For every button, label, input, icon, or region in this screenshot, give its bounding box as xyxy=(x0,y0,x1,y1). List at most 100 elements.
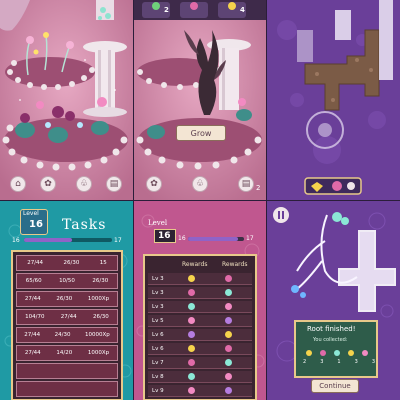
grow-button-label: Grow xyxy=(190,128,212,138)
xp-progress-fill xyxy=(24,238,73,242)
rewards-header-2: Rewards xyxy=(222,261,248,268)
you-collected-label: You collected: xyxy=(313,337,348,343)
reward-level: Lv 6 xyxy=(152,345,164,352)
reward-icon xyxy=(188,289,195,296)
corner-badge: 2 xyxy=(256,184,261,192)
gear-icon: ✿ xyxy=(44,179,52,189)
reward-row: Lv 3 xyxy=(148,287,252,299)
reward-level: Lv 9 xyxy=(152,387,164,394)
continue-button-label: Continue xyxy=(319,382,351,390)
garden-panel: ⌂ ✿ ♧ ▤ xyxy=(0,0,133,200)
task-row xyxy=(16,381,118,397)
reward-row: Lv 3 xyxy=(148,301,252,313)
task-cell: 27/44 xyxy=(24,296,41,302)
reward-icon xyxy=(188,331,195,338)
reward-icon xyxy=(225,275,232,282)
collected-count: 3 xyxy=(354,359,358,365)
task-cell: 24/30 xyxy=(54,332,71,338)
shop-icon: ⌂ xyxy=(15,179,21,189)
collected-count: 2 xyxy=(303,359,307,365)
task-cell: 26/30 xyxy=(92,278,109,284)
task-row: 27/44 14/20 1000Xp xyxy=(16,345,118,361)
reward-icon xyxy=(188,387,195,394)
task-row: 104/70 27/44 26/30 xyxy=(16,309,118,325)
gear-icon: ✿ xyxy=(150,179,158,189)
reward-icon xyxy=(225,345,232,352)
task-row: 65/60 10/50 26/30 xyxy=(16,273,118,289)
reward-row: Lv 5 xyxy=(148,315,252,327)
task-cell: 27/44 xyxy=(24,332,41,338)
level-box: 16 xyxy=(154,229,176,243)
reward-icon xyxy=(188,359,195,366)
reward-row: Lv 7 xyxy=(148,357,252,369)
level-label: Level xyxy=(148,219,168,227)
shop-button[interactable]: ⌂ xyxy=(10,176,26,192)
reward-row: Lv 9 xyxy=(148,385,252,397)
task-cell: 26/30 xyxy=(92,314,109,320)
reward-row: Lv 8 xyxy=(148,371,252,383)
collected-count: 1 xyxy=(337,359,341,365)
grow-panel: 2 4 Grow ✿ ♧ ▤ 2 xyxy=(134,0,266,200)
xp-progress-bar xyxy=(24,238,112,242)
level-value: 16 xyxy=(158,231,171,241)
reward-icon xyxy=(225,359,232,366)
collected-count: 3 xyxy=(371,359,375,365)
root-finished-title: Root finished! xyxy=(307,325,356,333)
task-cell: 14/20 xyxy=(56,350,73,356)
progress-right: 17 xyxy=(114,237,122,244)
task-row xyxy=(16,363,118,379)
task-cell: 27/44 xyxy=(60,314,77,320)
reward-icon xyxy=(188,275,195,282)
level-box: Level 16 xyxy=(20,209,48,235)
settings-button[interactable]: ✿ xyxy=(40,176,56,192)
task-cell: 104/70 xyxy=(25,314,45,320)
task-cell: 65/60 xyxy=(25,278,42,284)
garden-scene xyxy=(0,0,133,200)
rewards-header-1: Rewards xyxy=(182,261,208,268)
reward-icon xyxy=(188,317,195,324)
reward-level: Lv 3 xyxy=(152,275,164,282)
book-button[interactable]: ▤ xyxy=(106,176,122,192)
sprout-button[interactable]: ♧ xyxy=(76,176,92,192)
reward-row: Lv 6 xyxy=(148,329,252,341)
task-cell: 26/30 xyxy=(56,296,73,302)
tasks-panel: Level 16 Tasks 16 17 27/44 26/30 15 65/60 10… xyxy=(0,201,133,400)
sprout-button[interactable]: ♧ xyxy=(192,176,208,192)
reward-level: Lv 5 xyxy=(152,317,164,324)
reward-icon xyxy=(188,303,195,310)
reward-level: Lv 3 xyxy=(152,289,164,296)
settings-button[interactable]: ✿ xyxy=(146,176,162,192)
reward-level: Lv 7 xyxy=(152,359,164,366)
task-cell: 10/50 xyxy=(59,278,75,284)
reward-icon xyxy=(225,373,232,380)
continue-button[interactable]: Continue xyxy=(311,379,359,393)
progress-left: 16 xyxy=(12,237,20,244)
progress-right: 17 xyxy=(246,235,254,242)
task-row: 27/44 26/30 15 xyxy=(16,255,118,271)
book-button[interactable]: ▤ xyxy=(238,176,254,192)
task-row: 27/44 26/30 1000Xp xyxy=(16,291,118,307)
book-icon: ▤ xyxy=(241,179,251,189)
xp-progress-bar xyxy=(188,237,244,241)
level-value: 16 xyxy=(29,219,43,230)
reward-icon xyxy=(188,373,195,380)
reward-icon xyxy=(188,345,195,352)
root-finished-panel: Root finished! You collected: 2 3 1 3 3 Cont… xyxy=(267,201,400,400)
progress-left: 16 xyxy=(178,235,186,242)
tasks-title: Tasks xyxy=(62,217,107,233)
grow-button[interactable]: Grow xyxy=(176,125,226,141)
reward-icon xyxy=(225,387,232,394)
task-cell: 27/44 xyxy=(24,350,41,356)
reward-icon xyxy=(225,289,232,296)
task-cell: 26/30 xyxy=(63,260,80,266)
level-label: Level xyxy=(23,210,39,217)
grow-scene xyxy=(134,0,266,200)
sprout-icon: ♧ xyxy=(195,179,205,189)
tasks-list: 27/44 26/30 15 65/60 10/50 26/30 27/44 26/30 100… xyxy=(16,255,118,399)
root-scene xyxy=(267,0,400,200)
counter-2: 4 xyxy=(240,6,245,14)
reward-row: Lv 3 xyxy=(148,273,252,285)
rewards-panel: Level 16 16 17 Rewards Rewards Lv 3 Lv 3 L… xyxy=(134,201,266,400)
root-panel xyxy=(267,0,400,200)
reward-icon xyxy=(225,303,232,310)
